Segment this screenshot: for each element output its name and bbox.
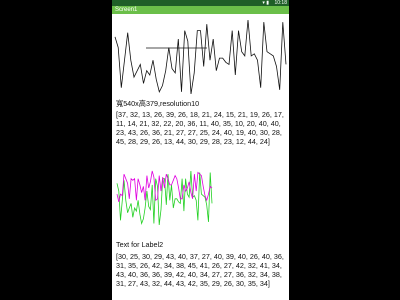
- phone-screen: ▾ ▮ 10:18 Screen1 寬540x高379,resolution10…: [112, 0, 289, 300]
- canvas-1-line: [114, 19, 287, 95]
- canvas-1[interactable]: [112, 14, 289, 100]
- list-2-text: [30, 25, 30, 29, 43, 40, 37, 27, 40, 39,…: [116, 252, 284, 288]
- label-2: Text for Label2: [116, 240, 164, 249]
- app-title: Screen1: [115, 7, 138, 13]
- letterbox-left: [0, 0, 112, 300]
- title-bar: Screen1: [112, 6, 289, 14]
- list-1-text: [37, 32, 13, 26, 39, 26, 18, 21, 24, 15,…: [116, 110, 284, 146]
- label-1: 寬540x高379,resolution10: [116, 99, 200, 108]
- canvas-2-line-magenta: [116, 170, 213, 202]
- canvas-2[interactable]: [112, 165, 289, 237]
- letterbox-right: [289, 0, 400, 300]
